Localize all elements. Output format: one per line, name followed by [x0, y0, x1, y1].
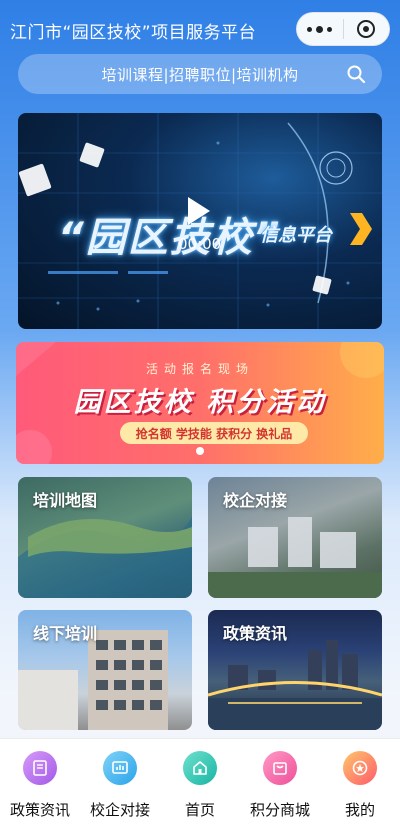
tile-label: 校企对接: [223, 491, 288, 510]
top-header: 江门市“园区技校”项目服务平台: [0, 0, 400, 56]
page-title: 江门市“园区技校”项目服务平台: [10, 23, 257, 43]
tab-policy-news[interactable]: 政策资讯: [0, 751, 80, 821]
promo-kicker: 活动报名现场: [145, 362, 254, 376]
video-time: 00:00: [178, 235, 222, 253]
video-title: “园区技校”: [58, 215, 282, 261]
tile-offline-training[interactable]: 线下培训: [18, 610, 192, 730]
more-menu-icon[interactable]: [297, 12, 343, 46]
tab-home[interactable]: 首页: [160, 751, 240, 821]
document-icon: [23, 751, 57, 785]
close-miniprogram-icon[interactable]: [343, 12, 389, 46]
tile-label: 线下培训: [33, 624, 98, 643]
tab-school-enterprise[interactable]: 校企对接: [80, 751, 160, 821]
tab-label: 积分商城: [249, 801, 310, 819]
promo-title: 园区技校 积分活动: [73, 387, 327, 418]
tab-label: 我的: [344, 801, 375, 819]
chart-icon: [103, 751, 137, 785]
tab-label: 首页: [184, 801, 215, 819]
tab-points-mall[interactable]: 积分商城: [240, 751, 320, 821]
search-icon[interactable]: [346, 64, 366, 84]
tile-school-enterprise[interactable]: 校企对接: [208, 477, 382, 598]
tile-policy-news[interactable]: 政策资讯: [208, 610, 382, 730]
search-bar[interactable]: 培训课程|招聘职位|培训机构: [18, 54, 382, 94]
play-icon[interactable]: [186, 195, 212, 227]
video-banner[interactable]: “园区技校” 信息平台 00:00: [18, 113, 382, 329]
tab-profile[interactable]: 我的: [320, 751, 400, 821]
carousel-indicator: [196, 447, 204, 455]
search-placeholder: 培训课程|招聘职位|培训机构: [101, 65, 299, 84]
home-icon: [183, 751, 217, 785]
activity-banner[interactable]: 活动报名现场 园区技校 积分活动 抢名额 学技能 获积分 换礼品: [16, 342, 384, 464]
tile-training-map[interactable]: 培训地图: [18, 477, 192, 598]
promo-tags: 抢名额 学技能 获积分 换礼品: [120, 422, 308, 444]
profile-icon: [343, 751, 377, 785]
tab-label: 校企对接: [89, 801, 150, 819]
tile-label: 培训地图: [33, 491, 98, 510]
miniprogram-capsule: [296, 12, 390, 46]
tab-label: 政策资讯: [9, 801, 70, 819]
chevron-right-icon: [350, 213, 372, 245]
bottom-tab-bar: 政策资讯 校企对接 首页 积分商城 我的: [0, 738, 400, 830]
video-subtitle: 信息平台: [260, 225, 332, 246]
tile-label: 政策资讯: [223, 624, 288, 643]
mall-icon: [263, 751, 297, 785]
